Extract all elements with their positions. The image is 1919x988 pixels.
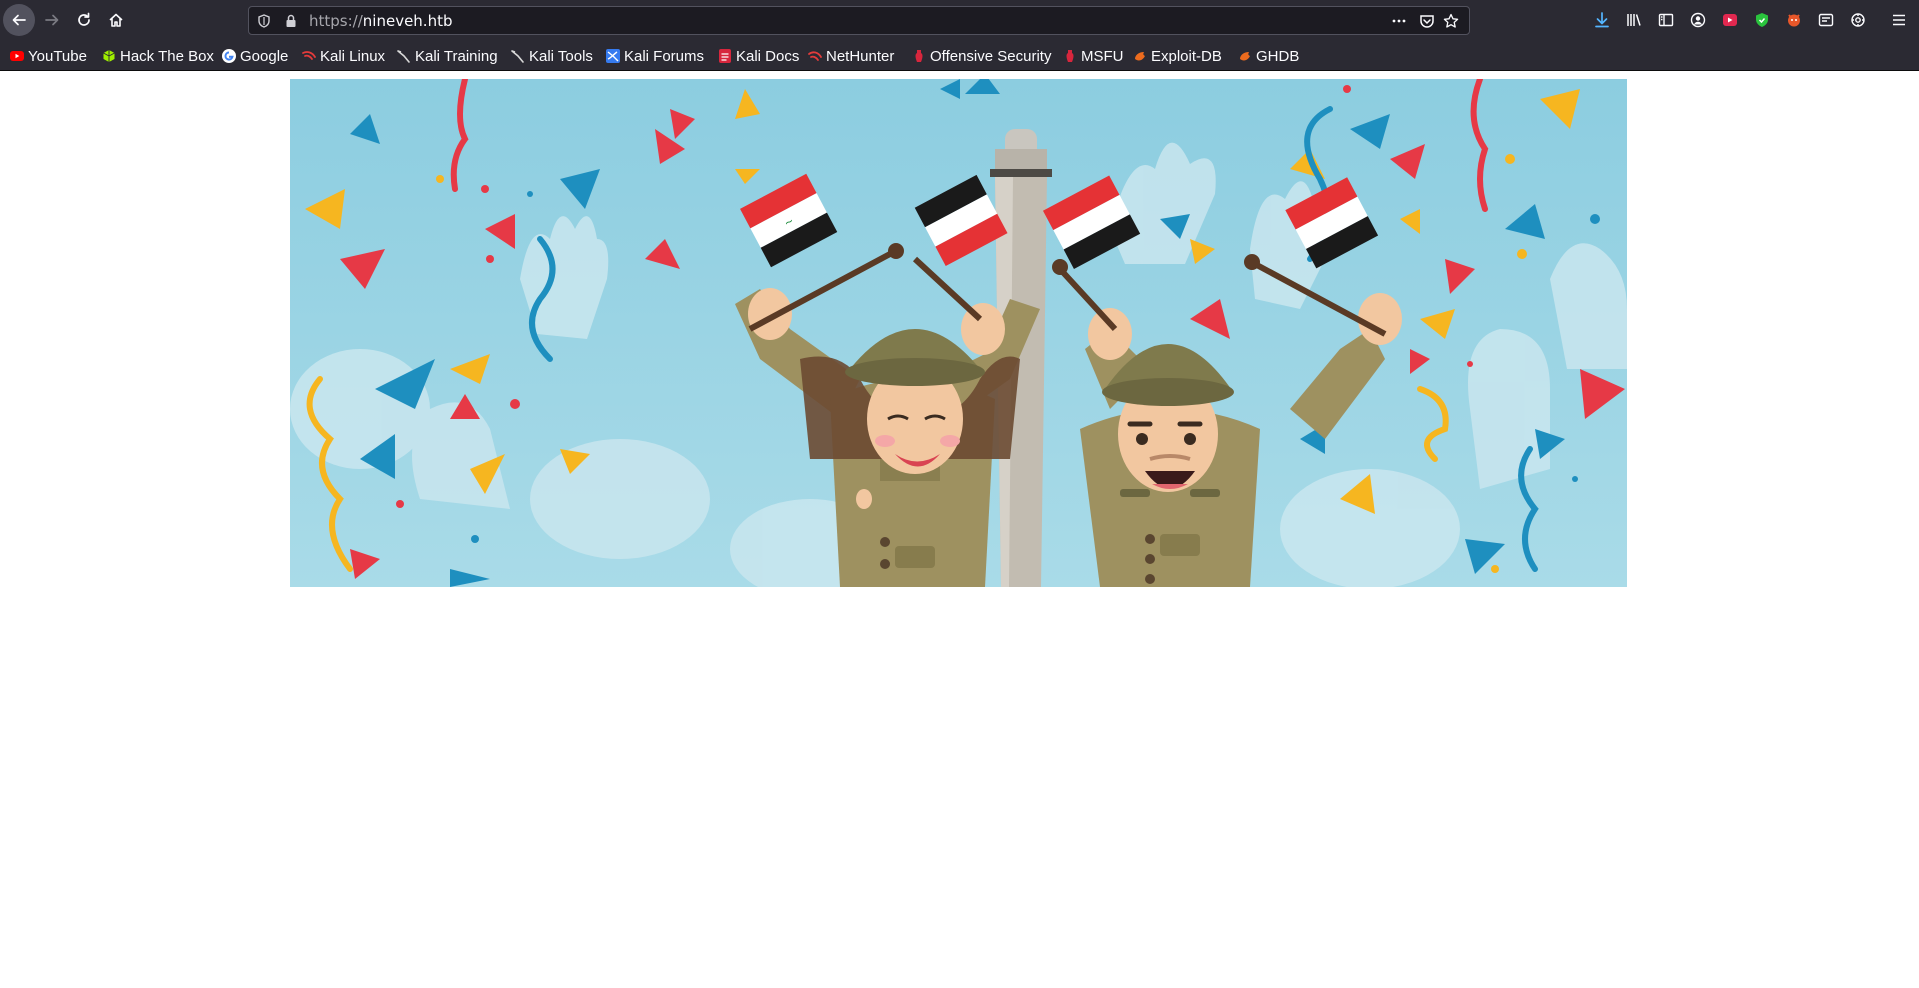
arrow-left-icon: [12, 14, 26, 26]
bookmark-label: Offensive Security: [930, 47, 1052, 65]
extension-fox-icon[interactable]: [1784, 10, 1804, 30]
url-scheme: https://: [309, 12, 363, 30]
bookmark-label: Kali Forums: [624, 47, 705, 65]
bookmark-offensive-security[interactable]: Offensive Security: [912, 47, 1051, 65]
bookmark-label: Kali Training: [415, 47, 498, 65]
bookmark-label: YouTube: [28, 47, 87, 65]
offsec-icon: [912, 49, 926, 63]
bookmark-label: GHDB: [1256, 47, 1300, 65]
home-button[interactable]: [100, 4, 132, 36]
google-icon: [222, 49, 236, 63]
bookmark-kali-training[interactable]: Kali Training: [397, 47, 498, 65]
celebration-banner-image: ~: [290, 79, 1627, 587]
extension-red-icon[interactable]: [1720, 10, 1740, 30]
kali-forums-icon: [606, 49, 620, 63]
bookmark-label: Google: [240, 47, 289, 65]
bookmark-youtube[interactable]: YouTube: [10, 47, 87, 65]
hackthebox-icon: [102, 49, 116, 63]
pocket-icon[interactable]: [1419, 13, 1435, 29]
downloads-icon[interactable]: [1592, 10, 1612, 30]
extension-gear-icon[interactable]: [1848, 10, 1868, 30]
bookmark-kali-tools[interactable]: Kali Tools: [511, 47, 593, 65]
library-icon[interactable]: [1624, 10, 1644, 30]
extension-shield-icon[interactable]: [1752, 10, 1772, 30]
bookmark-ghdb[interactable]: GHDB: [1238, 47, 1299, 65]
bookmark-label: Hack The Box: [120, 47, 214, 65]
bookmark-kali-forums[interactable]: Kali Forums: [606, 47, 704, 65]
url-host: nineveh.htb: [362, 12, 453, 30]
bookmark-kali-linux[interactable]: Kali Linux: [302, 47, 385, 65]
bookmark-label: Kali Linux: [320, 47, 386, 65]
forward-button[interactable]: [36, 4, 68, 36]
sidebar-icon[interactable]: [1656, 10, 1676, 30]
nethunter-icon: [808, 49, 822, 63]
page-content: ~: [0, 72, 1919, 988]
ghdb-icon: [1238, 49, 1252, 63]
bookmark-kali-docs[interactable]: Kali Docs: [718, 47, 799, 65]
bookmark-label: Exploit-DB: [1151, 47, 1222, 65]
kali-dragon-icon: [511, 49, 525, 63]
msfu-icon: [1063, 49, 1077, 63]
kali-dragon-icon: [397, 49, 411, 63]
address-bar[interactable]: https://nineveh.htb: [248, 6, 1470, 35]
home-icon: [109, 13, 123, 27]
bookmark-label: MSFU: [1081, 47, 1124, 65]
youtube-icon: [10, 49, 24, 63]
kali-dragon-icon: [302, 49, 316, 63]
bookmark-label: Kali Tools: [529, 47, 593, 65]
more-actions-icon[interactable]: [1391, 13, 1407, 29]
exploitdb-icon: [1133, 49, 1147, 63]
account-icon[interactable]: [1688, 10, 1708, 30]
bookmark-msfu[interactable]: MSFU: [1063, 47, 1124, 65]
bookmark-hack-the-box[interactable]: Hack The Box: [102, 47, 214, 65]
bookmarks-toolbar: YouTube Hack The Box Google Kali Linux K…: [0, 41, 1919, 71]
tracking-shield-icon[interactable]: [256, 13, 272, 29]
bookmark-label: NetHunter: [826, 47, 895, 65]
back-button[interactable]: [3, 4, 35, 36]
kali-docs-icon: [718, 49, 732, 63]
reload-button[interactable]: [68, 4, 100, 36]
url-text[interactable]: https://nineveh.htb: [309, 12, 452, 30]
bookmark-exploit-db[interactable]: Exploit-DB: [1133, 47, 1222, 65]
bookmark-nethunter[interactable]: NetHunter: [808, 47, 894, 65]
bookmark-star-icon[interactable]: [1443, 13, 1459, 29]
lock-icon[interactable]: [283, 13, 299, 29]
bookmark-google[interactable]: Google: [222, 47, 288, 65]
bookmark-label: Kali Docs: [736, 47, 800, 65]
reload-icon: [78, 12, 90, 26]
arrow-right-icon: [45, 14, 59, 26]
hamburger-menu-icon[interactable]: [1889, 10, 1909, 30]
extension-container-icon[interactable]: [1816, 10, 1836, 30]
browser-toolbar: https://nineveh.htb: [0, 0, 1919, 41]
celebration-illustration: ~: [290, 79, 1627, 587]
